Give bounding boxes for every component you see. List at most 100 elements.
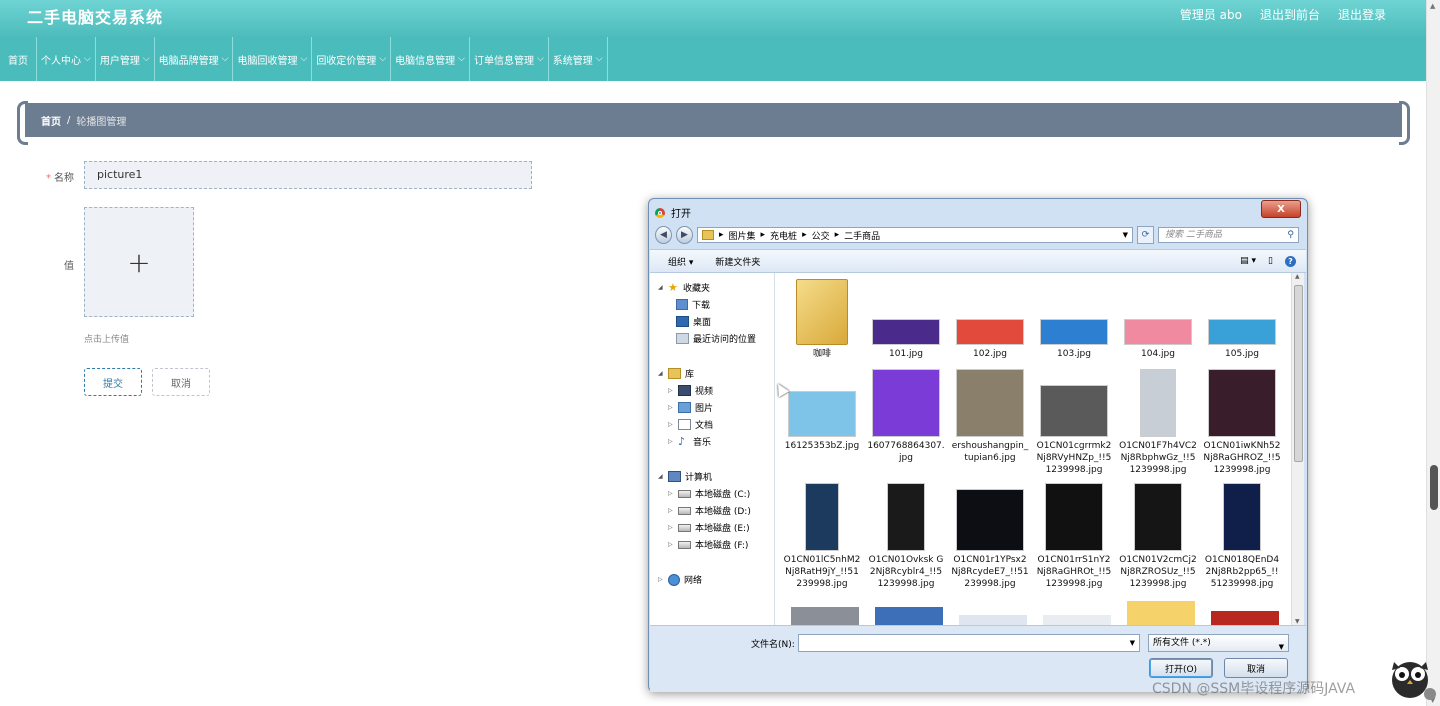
nav-item-recycle-management[interactable]: 电脑回收管理 ⌵ xyxy=(233,37,313,81)
help-icon[interactable]: ? xyxy=(1285,255,1296,267)
drive-icon xyxy=(678,540,691,549)
file-item[interactable]: O1CN01cgrrmk2Nj8RVyHNZp_!!51239998.jpg xyxy=(1035,367,1113,476)
page-scrollbar[interactable]: ▲ ▼ xyxy=(1426,0,1440,706)
address-dropdown-icon[interactable]: ▼ xyxy=(1123,231,1128,239)
file-item[interactable]: O1CN018QEnD42Nj8Rb2pp65_!!51239998.jpg xyxy=(1203,483,1281,590)
refresh-icon[interactable]: ⟳ xyxy=(1136,226,1154,244)
file-item[interactable]: O1CN01rrS1nY2Nj8RaGHROt_!!51239998.jpg xyxy=(1035,483,1113,590)
file-item[interactable]: 104.jpg xyxy=(1119,279,1197,360)
image-thumbnail xyxy=(1223,483,1261,551)
nav-item-brand-management[interactable]: 电脑品牌管理 ⌵ xyxy=(155,37,234,81)
file-item[interactable]: O1CN01F7h4VC2Nj8RbphwGz_!!51239998.jpg xyxy=(1119,367,1197,476)
file-item[interactable]: O1CN01V2cmCj2Nj8RZROSUz_!!51239998.jpg xyxy=(1119,483,1197,590)
file-item[interactable]: ershoushangpin_tupian6.jpg xyxy=(951,367,1029,464)
file-item[interactable]: 101.jpg xyxy=(867,279,945,360)
collapse-arrow-icon[interactable]: ▷ xyxy=(668,387,674,394)
tree-desktop[interactable]: 桌面 xyxy=(676,315,711,328)
scroll-up-icon[interactable]: ▲ xyxy=(1295,273,1300,280)
organize-menu[interactable]: 组织 ▾ xyxy=(668,255,693,268)
file-item[interactable]: 咖啡 xyxy=(783,279,861,360)
nav-item-system-management[interactable]: 系统管理 ⌵ xyxy=(549,37,608,81)
scroll-up-icon[interactable]: ▲ xyxy=(1430,2,1435,10)
tree-documents[interactable]: ▷ 文档 xyxy=(668,418,713,431)
cancel-button[interactable]: 取消 xyxy=(152,368,210,396)
breadcrumb-home[interactable]: 首页 xyxy=(41,113,61,128)
logout-link[interactable]: 退出登录 xyxy=(1338,6,1386,23)
dialog-cancel-button[interactable]: 取消 xyxy=(1224,658,1288,678)
collapse-arrow-icon[interactable]: ▷ xyxy=(668,421,674,428)
dropdown-arrow-icon[interactable]: ▼ xyxy=(1130,639,1135,647)
path-segment[interactable]: 公交 xyxy=(812,229,830,242)
new-folder-button[interactable]: 新建文件夹 xyxy=(715,255,760,268)
tree-drive-c[interactable]: ▷ 本地磁盘 (C:) xyxy=(668,487,750,500)
open-button[interactable]: 打开(O) xyxy=(1149,658,1213,678)
path-segment[interactable]: 二手商品 xyxy=(844,229,880,242)
back-to-frontend-link[interactable]: 退出到前台 xyxy=(1260,6,1320,23)
collapse-arrow-icon[interactable]: ▷ xyxy=(668,490,674,497)
image-thumbnail[interactable] xyxy=(959,615,1027,625)
expand-arrow-icon[interactable]: ◢ xyxy=(658,473,664,480)
file-item[interactable]: 16125353bZ.jpg xyxy=(783,367,861,452)
search-icon[interactable]: ⚲ xyxy=(1287,228,1294,242)
tree-drive-e[interactable]: ▷ 本地磁盘 (E:) xyxy=(668,521,750,534)
file-item[interactable]: O1CN01iwKNh52Nj8RaGHROZ_!!51239998.jpg xyxy=(1203,367,1281,476)
file-grid-scrollbar[interactable]: ▲ ▼ xyxy=(1291,273,1304,625)
page-scroll-thumb[interactable] xyxy=(1430,465,1438,510)
submit-button[interactable]: 提交 xyxy=(84,368,142,396)
tree-drive-d[interactable]: ▷ 本地磁盘 (D:) xyxy=(668,504,751,517)
image-thumbnail[interactable] xyxy=(1211,611,1279,625)
tree-network[interactable]: ▷ 网络 xyxy=(658,573,702,586)
path-segment[interactable]: 图片集 xyxy=(729,229,756,242)
back-arrow-icon[interactable]: ◀ xyxy=(655,226,672,244)
dialog-close-button[interactable]: X xyxy=(1261,200,1301,218)
nav-item-pricing-management[interactable]: 回收定价管理 ⌵ xyxy=(312,37,392,81)
image-thumbnail[interactable] xyxy=(791,607,859,625)
image-thumbnail[interactable] xyxy=(875,607,943,625)
file-item[interactable]: O1CN01lC5nhM2Nj8RatH9jY_!!51239998.jpg xyxy=(783,483,861,590)
nav-item-computer-info-management[interactable]: 电脑信息管理 ⌵ xyxy=(391,37,470,81)
tree-pictures[interactable]: ▷ 图片 xyxy=(668,401,713,414)
collapse-arrow-icon[interactable]: ▷ xyxy=(668,541,674,548)
tree-music[interactable]: ▷ ♪ 音乐 xyxy=(668,435,711,448)
file-item[interactable]: 103.jpg xyxy=(1035,279,1113,360)
tree-videos[interactable]: ▷ 视频 xyxy=(668,384,713,397)
tree-libraries[interactable]: ◢ 库 xyxy=(658,367,694,380)
filename-input[interactable]: ▼ xyxy=(798,634,1140,652)
tree-recent[interactable]: 最近访问的位置 xyxy=(676,332,756,345)
expand-arrow-icon[interactable]: ◢ xyxy=(658,284,664,291)
music-icon: ♪ xyxy=(678,435,686,448)
expand-arrow-icon[interactable]: ◢ xyxy=(658,370,664,377)
forward-arrow-icon[interactable]: ▶ xyxy=(675,226,693,244)
nav-item-home[interactable]: 首页 xyxy=(0,37,37,81)
collapse-arrow-icon[interactable]: ▷ xyxy=(658,576,664,583)
file-item[interactable]: O1CN01r1YPsx2Nj8RcydeE7_!!51239998.jpg xyxy=(951,483,1029,590)
tree-drive-f[interactable]: ▷ 本地磁盘 (F:) xyxy=(668,538,748,551)
nav-item-personal-center[interactable]: 个人中心 ⌵ xyxy=(37,37,96,81)
file-item[interactable]: 1607768864307.jpg xyxy=(867,367,945,464)
image-thumbnail[interactable] xyxy=(1127,601,1195,625)
image-upload-box[interactable]: + xyxy=(84,207,194,317)
name-input[interactable]: picture1 xyxy=(84,161,532,189)
file-item[interactable]: 102.jpg xyxy=(951,279,1029,360)
path-segment[interactable]: 充电桩 xyxy=(770,229,797,242)
tree-computer[interactable]: ◢ 计算机 xyxy=(658,470,712,483)
dropdown-arrow-icon[interactable]: ▼ xyxy=(1279,639,1284,655)
collapse-arrow-icon[interactable]: ▷ xyxy=(668,438,674,445)
tree-favorites[interactable]: ◢ ★ 收藏夹 xyxy=(658,281,710,294)
file-item[interactable]: 105.jpg xyxy=(1203,279,1281,360)
image-thumbnail[interactable] xyxy=(1043,615,1111,625)
view-options-icon[interactable]: ▤ ▾ xyxy=(1240,256,1256,266)
tree-downloads[interactable]: 下载 xyxy=(676,298,710,311)
search-input[interactable]: 搜索 二手商品 ⚲ xyxy=(1157,227,1299,243)
file-grid-scroll-thumb[interactable] xyxy=(1294,285,1303,462)
file-item[interactable]: O1CN01Ovksk G2Nj8Rcyblr4_!!51239998.jpg xyxy=(867,483,945,590)
nav-item-order-management[interactable]: 订单信息管理 ⌵ xyxy=(470,37,549,81)
collapse-arrow-icon[interactable]: ▷ xyxy=(668,507,674,514)
preview-pane-icon[interactable]: ▯ xyxy=(1268,256,1273,266)
collapse-arrow-icon[interactable]: ▷ xyxy=(668,524,674,531)
scroll-down-icon[interactable]: ▼ xyxy=(1295,618,1300,625)
filetype-select[interactable]: 所有文件 (*.*) ▼ xyxy=(1148,634,1289,652)
nav-item-user-management[interactable]: 用户管理 ⌵ xyxy=(96,37,155,81)
address-bar[interactable]: ▸ 图片集 ▸ 充电桩 ▸ 公交 ▸ 二手商品 ▼ xyxy=(696,227,1133,243)
collapse-arrow-icon[interactable]: ▷ xyxy=(668,404,674,411)
